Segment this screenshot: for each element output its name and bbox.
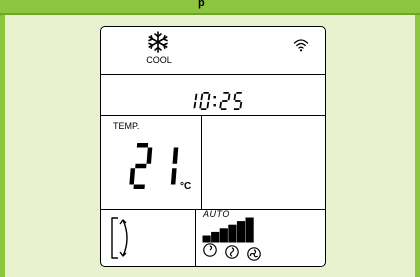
fan-bar [245, 217, 254, 243]
segment-b [146, 147, 153, 164]
clock-digits [193, 92, 243, 110]
fan-bar [219, 228, 228, 243]
segment-c [239, 101, 243, 109]
segment-g [222, 100, 228, 102]
segment-a [223, 92, 229, 94]
divider-top [101, 74, 325, 75]
segment-c [193, 101, 197, 109]
fan-high-icon [247, 247, 261, 261]
fan-bar [211, 231, 220, 243]
segment-f [233, 93, 237, 101]
clock-digit [219, 92, 231, 110]
fan-bar [228, 224, 237, 243]
mode-label: COOL [146, 55, 172, 65]
segment-d [220, 108, 227, 110]
temperature-digit-units [170, 147, 179, 185]
segment-d [200, 108, 207, 110]
temperature-digit-tens [129, 143, 153, 189]
divider-bottom-vertical [195, 209, 196, 266]
divider-temp-vertical [201, 115, 202, 209]
segment-c [206, 101, 210, 109]
temperature-unit: °C [180, 181, 191, 192]
segment-e [219, 101, 223, 109]
temp-title: TEMP. [113, 121, 140, 131]
segment-a [203, 92, 209, 94]
temperature-readout: °C [129, 143, 191, 192]
fan-speed-icons [203, 243, 261, 261]
segment-b [194, 93, 198, 101]
snowflake-icon [148, 31, 168, 53]
fan-mid-icon [225, 245, 239, 259]
segment-d [233, 108, 240, 110]
fan-speed-bars [202, 217, 254, 243]
segment-e [199, 101, 203, 109]
segment-f [200, 93, 204, 101]
segment-a [136, 143, 149, 148]
segment-b [227, 93, 231, 101]
clock-readout [101, 87, 325, 115]
clock-digit [233, 92, 243, 110]
wifi-icon [293, 39, 309, 52]
segment-g [135, 163, 147, 169]
header-title-fragment: p [198, 0, 206, 9]
segment-b [207, 93, 211, 101]
clock-digit [193, 93, 198, 109]
clock-digit [199, 92, 211, 110]
segment-c [170, 168, 177, 185]
fan-bar [236, 221, 246, 243]
fan-low-icon [203, 243, 217, 257]
segment-b [172, 147, 179, 164]
divider-middle [101, 115, 325, 116]
remote-display-panel: COOL TEMP. °C AUTO [100, 26, 326, 267]
swing-icon [111, 217, 128, 259]
clock-colon-dot [213, 104, 216, 107]
segment-d [133, 184, 145, 189]
header-bar [0, 0, 420, 13]
header-divider [0, 13, 420, 15]
segment-a [236, 92, 242, 94]
segment-e [129, 168, 136, 185]
clock-colon-dot [213, 96, 216, 99]
segment-g [235, 100, 241, 102]
